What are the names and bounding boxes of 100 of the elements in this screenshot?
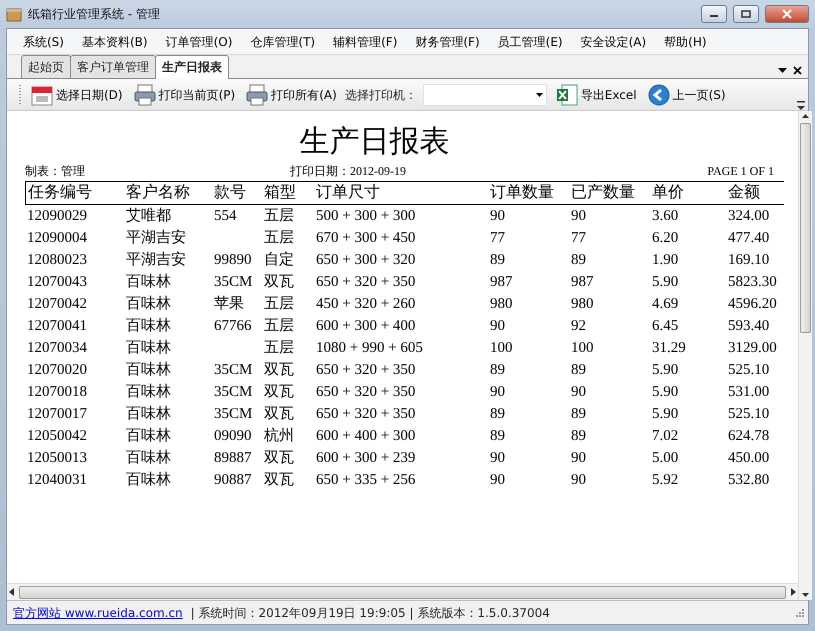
table-cell-text: 500 + 300 + 300 bbox=[315, 207, 416, 226]
table-cell-text: 987 bbox=[570, 273, 594, 292]
table-cell-text: 苹果 bbox=[213, 294, 245, 314]
table-cell-text: 五层 bbox=[263, 339, 295, 358]
table-cell-text: 5.90 bbox=[651, 405, 680, 424]
table-cell-text: 百味林 bbox=[125, 360, 172, 380]
scroll-thumb[interactable] bbox=[800, 123, 811, 333]
close-button[interactable] bbox=[765, 5, 809, 23]
table-cell-text: 3.60 bbox=[651, 207, 680, 226]
printer-dropdown[interactable] bbox=[422, 84, 547, 106]
table-cell-text: 5823.30 bbox=[727, 273, 778, 292]
table-cell-text: 平湖吉安 bbox=[125, 250, 187, 270]
table-cell-text: 525.10 bbox=[727, 361, 770, 380]
table-cell-text: 3129.00 bbox=[727, 339, 778, 358]
menu-item[interactable]: 订单管理(O) bbox=[158, 30, 240, 52]
horizontal-scrollbar[interactable] bbox=[7, 583, 798, 600]
spreadsheet-icon bbox=[554, 82, 579, 106]
menu-item[interactable]: 帮助(H) bbox=[656, 30, 715, 52]
table-cell-text: 89 bbox=[570, 405, 587, 424]
table-cell-text: 90 bbox=[570, 449, 587, 468]
table-cell-text: 650 + 320 + 350 bbox=[315, 405, 416, 424]
scroll-thumb[interactable] bbox=[19, 586, 786, 598]
table-cell-text: 89 bbox=[570, 251, 587, 270]
table-cell-text: 5.90 bbox=[651, 383, 680, 402]
table-cell-text: 90 bbox=[489, 383, 506, 402]
status-text: | 系统时间：2012年09月19日 19:9:05 | 系统版本：1.5.0.37004 bbox=[190, 604, 550, 622]
table-cell-text: 五层 bbox=[263, 229, 295, 248]
report-maker: 制表：管理 bbox=[25, 163, 86, 180]
table-cell-text: 77 bbox=[489, 229, 506, 248]
table-cell-text: 89887 bbox=[213, 449, 252, 468]
table-cell-text: 7.02 bbox=[651, 427, 680, 446]
table-cell-text: 624.78 bbox=[727, 427, 770, 446]
table-cell-text: 31.29 bbox=[651, 339, 687, 358]
table-cell-text: 90 bbox=[489, 317, 506, 336]
table-cell-text: 90 bbox=[489, 471, 506, 490]
menu-item[interactable]: 财务管理(F) bbox=[407, 30, 488, 52]
toolbar-button[interactable]: 打印所有(A) bbox=[243, 82, 339, 108]
tab[interactable]: 客户订单管理 bbox=[70, 55, 156, 78]
back-icon bbox=[646, 82, 671, 106]
table-cell-text: 12070018 bbox=[26, 383, 88, 402]
close-icon bbox=[793, 66, 802, 75]
maximize-icon bbox=[741, 10, 751, 18]
table-cell-text: 五层 bbox=[263, 317, 295, 336]
menu-item[interactable]: 安全设定(A) bbox=[572, 30, 654, 52]
table-cell-text: 平湖吉安 bbox=[125, 228, 187, 248]
table-cell-text: 1080 + 990 + 605 bbox=[315, 339, 424, 358]
close-icon bbox=[782, 9, 792, 19]
table-cell-text: 980 bbox=[489, 295, 514, 314]
table-cell-text: 593.40 bbox=[727, 317, 770, 336]
table-cell-text: 百味林 bbox=[125, 316, 172, 336]
tab[interactable]: 起始页 bbox=[21, 55, 71, 78]
table-cell-text: 4.69 bbox=[651, 295, 680, 314]
vertical-scrollbar[interactable] bbox=[798, 111, 812, 600]
maximize-button[interactable] bbox=[733, 5, 759, 23]
toolbar-button[interactable]: 选择日期(D) bbox=[28, 82, 125, 108]
menu-item[interactable]: 系统(S) bbox=[15, 30, 72, 52]
table-cell-text: 100 bbox=[489, 339, 514, 358]
table-cell-text: 450 + 320 + 260 bbox=[315, 295, 416, 314]
table-cell-text: 百味林 bbox=[125, 272, 172, 292]
table-cell-text: 百味林 bbox=[125, 294, 172, 314]
table-cell-text: 百味林 bbox=[125, 338, 172, 358]
resize-grip-icon bbox=[795, 608, 805, 618]
menu-item[interactable]: 员工管理(E) bbox=[490, 30, 571, 52]
tab[interactable]: 生产日报表 bbox=[155, 55, 229, 79]
menu-item[interactable]: 基本资料(B) bbox=[74, 30, 156, 52]
toolbar-button[interactable]: 上一页(S) bbox=[644, 82, 728, 108]
toolbar-button[interactable]: 打印当前页(P) bbox=[130, 82, 238, 108]
table-cell-text: 600 + 300 + 239 bbox=[315, 449, 416, 468]
table-cell-text: 67766 bbox=[213, 317, 252, 336]
table-cell-text: 双瓦 bbox=[263, 449, 295, 468]
table-cell-text: 双瓦 bbox=[263, 361, 295, 380]
table-cell-text: 12070042 bbox=[26, 295, 88, 314]
table-cell-text: 92 bbox=[570, 317, 587, 336]
table-cell-text: 12070041 bbox=[26, 317, 88, 336]
table-cell-text: 12080023 bbox=[26, 251, 88, 270]
table-cell-text: 980 bbox=[570, 295, 594, 314]
table-cell-text: 987 bbox=[489, 273, 514, 292]
toolbar-button[interactable]: 导出Excel bbox=[552, 82, 639, 108]
table-cell-text: 89 bbox=[489, 251, 506, 270]
menu-item[interactable]: 仓库管理(T) bbox=[242, 30, 324, 52]
scroll-left-icon bbox=[7, 588, 17, 596]
toolbar-grip-icon bbox=[19, 84, 22, 106]
column-header: 订单数量 bbox=[488, 181, 569, 205]
table-cell-text: 90 bbox=[570, 383, 587, 402]
website-link[interactable]: 官方网站 www.rueida.com.cn bbox=[13, 604, 183, 622]
window-title: 纸箱行业管理系统 - 管理 bbox=[28, 6, 160, 23]
table-cell-text: 531.00 bbox=[727, 383, 770, 402]
table-cell-text: 650 + 300 + 320 bbox=[315, 251, 416, 270]
printer-label: 选择打印机： bbox=[344, 86, 417, 104]
table-cell-text: 650 + 320 + 350 bbox=[315, 361, 416, 380]
table-cell-text: 650 + 320 + 350 bbox=[315, 383, 416, 402]
table-cell-text: 650 + 335 + 256 bbox=[315, 471, 416, 490]
table-cell-text: 600 + 400 + 300 bbox=[315, 427, 416, 446]
minimize-button[interactable] bbox=[701, 5, 727, 23]
table-cell-text: 650 + 320 + 350 bbox=[315, 273, 416, 292]
table-cell-text: 百味林 bbox=[125, 448, 172, 468]
printer-icon bbox=[132, 82, 157, 106]
table-cell-text: 12050042 bbox=[26, 427, 88, 446]
menu-item[interactable]: 辅料管理(F) bbox=[325, 30, 406, 52]
table-cell-text: 90 bbox=[570, 207, 587, 226]
